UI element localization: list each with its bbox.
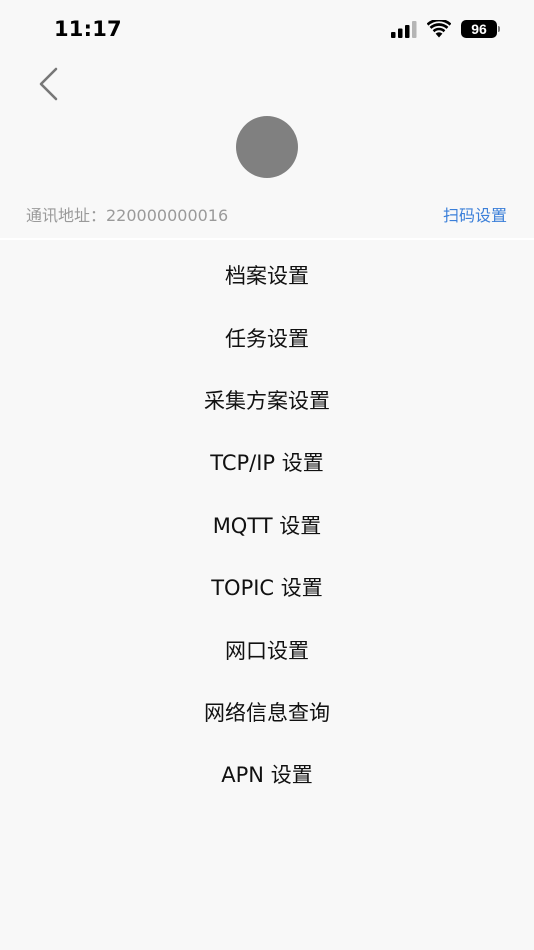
menu-item-network-info-query[interactable]: 网络信息查询 (0, 681, 534, 743)
settings-screen: 11:17 96 通讯地址：220000000016 扫码设置 档案设置 任务设… (0, 0, 534, 950)
menu-item-task-settings[interactable]: 任务设置 (0, 306, 534, 368)
menu-item-mqtt-settings[interactable]: MQTT 设置 (0, 494, 534, 556)
menu-item-network-port-settings[interactable]: 网口设置 (0, 618, 534, 680)
status-time: 11:17 (54, 17, 122, 41)
avatar (236, 116, 298, 178)
address-row: 通讯地址：220000000016 扫码设置 (0, 198, 534, 228)
menu-item-topic-settings[interactable]: TOPIC 设置 (0, 556, 534, 618)
menu-item-tcpip-settings[interactable]: TCP/IP 设置 (0, 431, 534, 493)
back-button[interactable] (30, 66, 66, 106)
wifi-icon (426, 18, 452, 38)
menu-item-archive-settings[interactable]: 档案设置 (0, 244, 534, 306)
communication-address: 通讯地址：220000000016 (26, 206, 229, 225)
status-bar: 11:17 96 (0, 0, 534, 60)
status-indicators: 96 (391, 18, 500, 38)
battery-icon: 96 (461, 20, 500, 38)
divider (0, 238, 534, 240)
scan-settings-button[interactable]: 扫码设置 (443, 202, 507, 226)
settings-menu: 档案设置 任务设置 采集方案设置 TCP/IP 设置 MQTT 设置 TOPIC… (0, 244, 534, 806)
battery-level: 96 (461, 20, 497, 38)
battery-tip (498, 26, 500, 32)
chevron-left-icon (37, 67, 59, 105)
menu-item-apn-settings[interactable]: APN 设置 (0, 743, 534, 805)
menu-item-collection-plan-settings[interactable]: 采集方案设置 (0, 369, 534, 431)
signal-icon (391, 20, 417, 38)
